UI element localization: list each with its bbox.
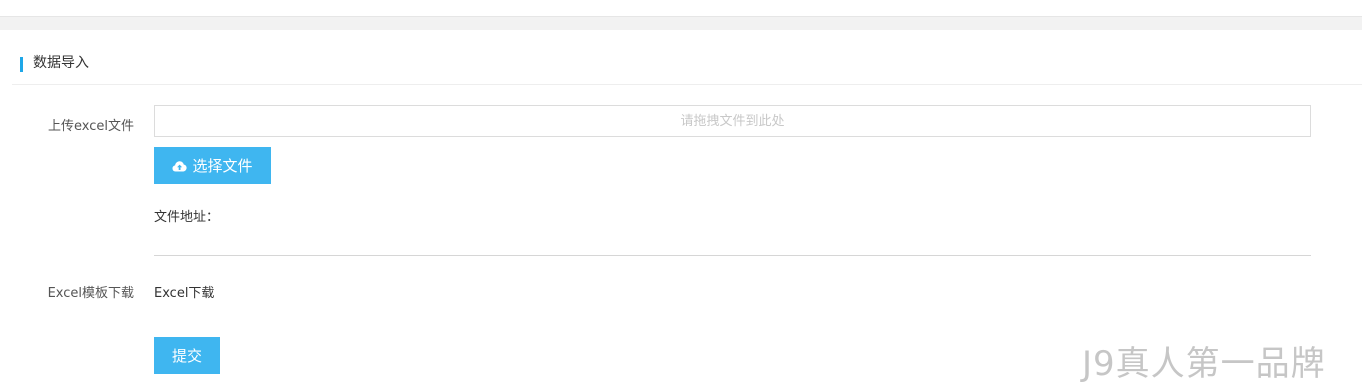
title-accent-bar: [20, 57, 23, 72]
excel-template-label: Excel模板下载: [47, 286, 134, 301]
panel-header: 数据导入: [12, 30, 1362, 85]
drop-zone-placeholder: 请拖拽文件到此处: [680, 114, 785, 129]
top-separator-band: [0, 16, 1362, 31]
choose-file-label: 选择文件: [192, 157, 253, 175]
divider: [154, 255, 1311, 256]
top-bar: [0, 0, 1362, 16]
watermark-text: J9真人第一品牌: [1082, 344, 1326, 384]
section-title: 数据导入: [33, 55, 89, 71]
upload-excel-label: 上传excel文件: [48, 119, 134, 134]
choose-file-button[interactable]: 选择文件: [154, 147, 271, 184]
excel-download-link[interactable]: Excel下载: [154, 282, 214, 301]
file-drop-zone[interactable]: 请拖拽文件到此处: [154, 105, 1311, 137]
submit-button[interactable]: 提交: [154, 337, 220, 374]
file-address-label: 文件地址：: [154, 210, 220, 225]
cloud-upload-icon: [172, 160, 188, 172]
